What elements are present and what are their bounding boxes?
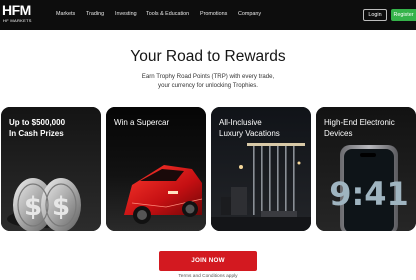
card-cash-title-line-2: In Cash Prizes — [9, 129, 64, 138]
hfm-logo[interactable]: HFM HF MARKETS — [2, 3, 42, 27]
nav-tools-education[interactable]: Tools & Education — [146, 11, 189, 18]
svg-text:9:41: 9:41 — [329, 175, 409, 213]
card-electronics-title-line-2: Devices — [324, 129, 353, 138]
terms-link[interactable]: Terms and Conditions apply — [0, 274, 416, 280]
subtitle-line-2: your currency for unlocking Trophies. — [158, 82, 258, 89]
login-button[interactable]: Login — [363, 9, 387, 21]
nav-promotions[interactable]: Promotions — [200, 11, 227, 18]
svg-text:$: $ — [24, 192, 42, 222]
card-electronics-title-line-1: High-End Electronic — [324, 118, 395, 127]
nav-trading[interactable]: Trading — [86, 11, 104, 18]
top-navigation-bar: HFM HF MARKETS Markets Trading Investing… — [0, 0, 416, 30]
prize-card-supercar[interactable]: Win a Supercar — [106, 107, 206, 231]
register-button[interactable]: Register — [391, 9, 416, 21]
card-cash-title-line-1: Up to $500,000 — [9, 118, 66, 127]
nav-company[interactable]: Company — [238, 11, 261, 18]
prize-card-cash[interactable]: $ $ Up to $500,000 In Cash Prizes — [1, 107, 101, 231]
svg-text:$: $ — [52, 192, 70, 222]
logo-text: HFM — [2, 2, 31, 18]
nav-markets[interactable]: Markets — [56, 11, 75, 18]
logo-subtext: HF MARKETS — [3, 18, 32, 23]
prize-card-electronics[interactable]: 9:41 High-End Electronic Devices — [316, 107, 416, 231]
join-now-button[interactable]: JOIN NOW — [159, 251, 257, 271]
nav-investing[interactable]: Investing — [115, 11, 137, 18]
card-supercar-title: Win a Supercar — [114, 118, 170, 127]
card-vacations-title-line-2: Luxury Vacations — [219, 129, 280, 138]
subtitle-line-1: Earn Trophy Road Points (TRP) with every… — [141, 73, 275, 80]
card-vacations-title-line-1: All-Inclusive — [219, 118, 262, 127]
prize-card-vacations[interactable]: All-Inclusive Luxury Vacations — [211, 107, 311, 231]
page-title: Your Road to Rewards — [130, 48, 286, 65]
